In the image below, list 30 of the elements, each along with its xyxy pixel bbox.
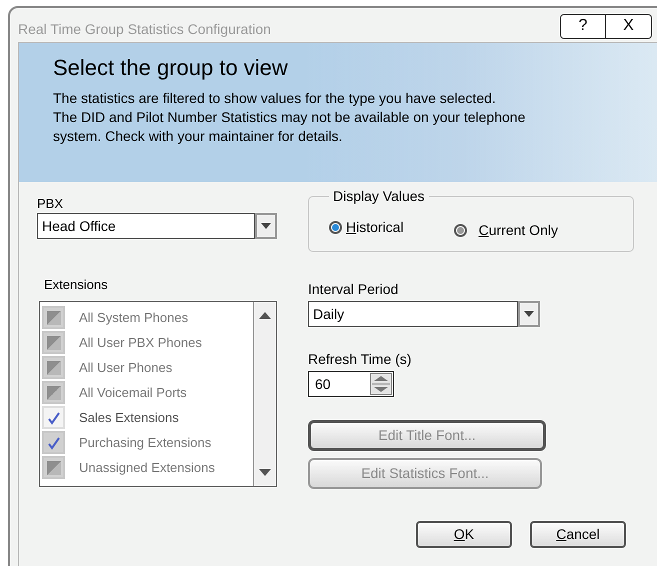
extension-label: All Voicemail Ports bbox=[79, 384, 187, 402]
pbx-label: PBX bbox=[37, 196, 64, 212]
extensions-label: Extensions bbox=[44, 277, 109, 293]
extension-label: Purchasing Extensions bbox=[79, 434, 212, 452]
extension-label: Sales Extensions bbox=[79, 408, 179, 427]
header-heading: Select the group to view bbox=[53, 54, 289, 82]
checkbox[interactable] bbox=[42, 406, 65, 429]
checkmark-icon bbox=[46, 410, 60, 424]
extension-label: All User PBX Phones bbox=[79, 334, 202, 352]
refresh-time-label: Refresh Time (s) bbox=[308, 351, 412, 367]
checkmark-icon bbox=[46, 436, 60, 450]
interval-period-label: Interval Period bbox=[308, 281, 400, 297]
radio-option[interactable]: Historical bbox=[329, 214, 404, 241]
extension-label: All System Phones bbox=[79, 308, 188, 327]
cancel-button[interactable]: Cancel bbox=[530, 521, 626, 548]
radio-option[interactable]: Current Only bbox=[454, 220, 558, 241]
close-button[interactable]: X bbox=[606, 14, 652, 38]
dropdown-arrow-icon bbox=[261, 223, 271, 229]
help-button[interactable]: ? bbox=[560, 14, 606, 38]
scroll-down-arrow-icon[interactable] bbox=[259, 469, 271, 476]
header-description: The statistics are filtered to show values for the type you have selected. The DID and Pilot Number Statistics may not be available on your telephone system. Check with your maintainer for details. bbox=[53, 89, 526, 146]
window-title: Real Time Group Statistics Configuration bbox=[18, 20, 272, 39]
refresh-time-spinner[interactable]: 60 bbox=[308, 371, 394, 397]
ok-button[interactable]: OK bbox=[416, 521, 512, 548]
dropdown-arrow-icon bbox=[524, 311, 534, 317]
extension-label: Unassigned Extensions bbox=[79, 458, 215, 477]
scroll-up-arrow-icon[interactable] bbox=[259, 312, 271, 319]
extension-label: All User Phones bbox=[79, 358, 172, 377]
display-values-label: Display Values bbox=[329, 188, 429, 204]
spinner-arrows-icon[interactable] bbox=[370, 373, 392, 395]
